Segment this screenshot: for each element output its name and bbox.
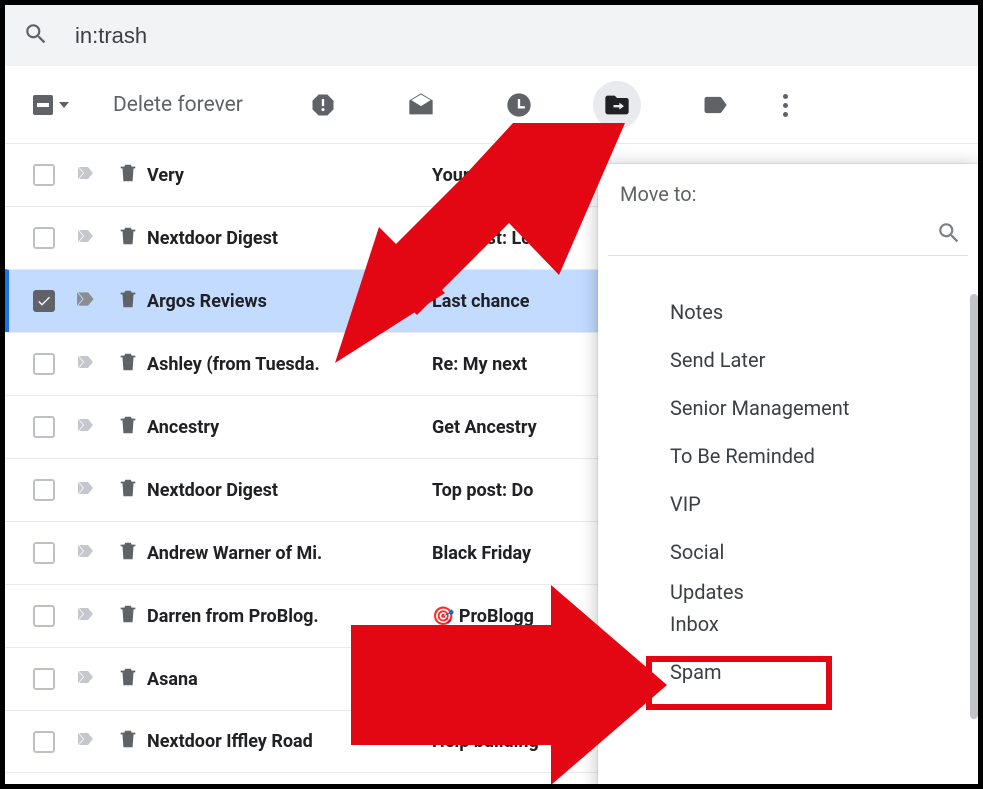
row-checkbox[interactable] — [33, 416, 55, 438]
subject: Help building — [432, 731, 539, 752]
move-to-item-senior-management[interactable]: Senior Management — [670, 384, 978, 432]
subject: 🎯 ProBlogg — [432, 606, 534, 627]
row-checkbox[interactable] — [33, 731, 55, 753]
trash-icon — [117, 351, 147, 378]
subject: Top post: Do — [432, 480, 533, 501]
importance-icon[interactable] — [75, 602, 117, 631]
row-checkbox[interactable] — [33, 164, 55, 186]
search-icon — [936, 220, 962, 246]
trash-icon — [117, 162, 147, 189]
select-checkbox[interactable] — [33, 90, 69, 120]
sender: Darren from ProBlog. — [147, 606, 432, 627]
move-to-item-send-later[interactable]: Send Later — [670, 336, 978, 384]
sender: Very — [147, 165, 432, 186]
importance-icon[interactable] — [75, 350, 117, 379]
move-to-icon[interactable] — [593, 81, 641, 129]
more-icon[interactable] — [783, 94, 788, 117]
subject: Black Friday — [432, 543, 531, 564]
trash-icon — [117, 477, 147, 504]
trash-icon — [117, 540, 147, 567]
move-to-item-vip[interactable]: VIP — [670, 480, 978, 528]
snooze-icon[interactable] — [495, 81, 543, 129]
sender: Nextdoor Digest — [147, 228, 432, 249]
importance-icon[interactable] — [75, 413, 117, 442]
trash-icon — [117, 666, 147, 693]
delete-forever-button[interactable]: Delete forever — [113, 93, 243, 117]
scrollbar[interactable] — [970, 294, 978, 719]
subject: Get Ancestry — [432, 417, 537, 438]
move-to-item-updates[interactable]: Updates — [670, 580, 978, 604]
move-to-item-inbox[interactable]: Inbox — [670, 600, 978, 648]
subject: Top post: Lo — [432, 228, 531, 249]
labels-icon[interactable] — [691, 81, 739, 129]
subject: Holiday — [432, 669, 493, 690]
move-to-title: Move to: — [598, 164, 978, 216]
importance-icon[interactable] — [75, 287, 117, 316]
search-input[interactable] — [73, 22, 673, 50]
sender: Nextdoor Digest — [147, 480, 432, 501]
row-checkbox[interactable] — [33, 290, 55, 312]
move-to-popup: Move to: NotesSend LaterSenior Managemen… — [598, 164, 978, 789]
sender: Ancestry — [147, 417, 432, 438]
row-checkbox[interactable] — [33, 479, 55, 501]
subject: Your Very St — [432, 165, 532, 186]
importance-icon[interactable] — [75, 727, 117, 756]
search-bar — [5, 5, 978, 67]
importance-icon[interactable] — [75, 665, 117, 694]
trash-icon — [117, 288, 147, 315]
search-icon[interactable] — [23, 21, 49, 51]
mark-read-icon[interactable] — [397, 81, 445, 129]
sender: Argos Reviews — [147, 291, 432, 312]
trash-icon — [117, 414, 147, 441]
move-to-item-to-be-reminded[interactable]: To Be Reminded — [670, 432, 978, 480]
importance-icon[interactable] — [75, 224, 117, 253]
trash-icon — [117, 728, 147, 755]
move-to-item-spam[interactable]: Spam — [670, 648, 978, 696]
subject: Last chance — [432, 291, 529, 312]
row-checkbox[interactable] — [33, 605, 55, 627]
trash-icon — [117, 225, 147, 252]
importance-icon[interactable] — [75, 476, 117, 505]
move-to-item-notes[interactable]: Notes — [670, 288, 978, 336]
row-checkbox[interactable] — [33, 353, 55, 375]
row-checkbox[interactable] — [33, 542, 55, 564]
importance-icon[interactable] — [75, 539, 117, 568]
report-spam-icon[interactable] — [299, 81, 347, 129]
trash-icon — [117, 603, 147, 630]
row-checkbox[interactable] — [33, 227, 55, 249]
sender: Nextdoor Iffley Road — [147, 731, 432, 752]
subject: Re: My next — [432, 354, 527, 375]
sender: Asana — [147, 669, 432, 690]
toolbar: Delete forever — [5, 67, 978, 143]
move-to-item-social[interactable]: Social — [670, 528, 978, 576]
importance-icon[interactable] — [75, 161, 117, 190]
sender: Ashley (from Tuesda. — [147, 354, 432, 375]
sender: Andrew Warner of Mi. — [147, 543, 432, 564]
row-checkbox[interactable] — [33, 668, 55, 690]
move-to-search[interactable] — [608, 216, 968, 256]
